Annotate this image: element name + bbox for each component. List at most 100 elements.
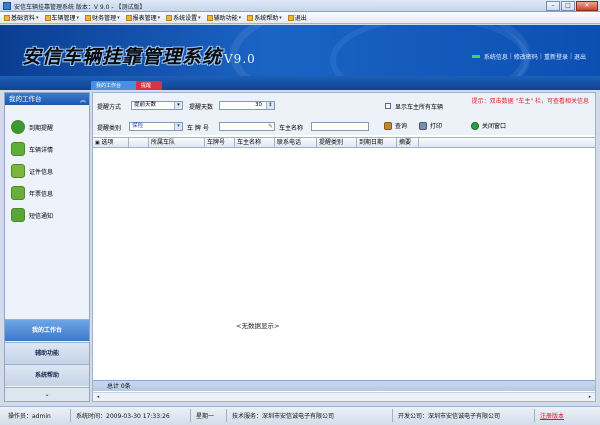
app-icon [3,2,11,10]
remind-type-label: 提醒方式 [97,104,122,111]
menu-exit[interactable]: 退出 [287,13,307,22]
show-all-checkbox[interactable] [385,103,391,109]
column-header-select[interactable]: ▣ 选项 [93,138,129,148]
menu-finance[interactable]: 财务管理 ▾ [85,13,120,22]
sidebar-section-workbench[interactable]: 我的工作台 [5,319,89,341]
column-header-summary[interactable]: 摘要 [397,138,419,148]
close-window-button[interactable]: 关闭窗口 [471,121,506,130]
menu-basic-data[interactable]: 基础资料 ▾ [4,13,39,22]
sidebar-scroll-down-icon[interactable]: ⌄ [5,387,89,401]
sidebar: 我的工作台 ︽ 到期提醒 车辆详情 证件信息 年票信息 短信通知 我的工作台 辅助… [4,92,90,402]
app-banner: 安信车辆挂靠管理系统 V9.0 系统信息 | 修改密码 | 重新登录 | 退出 [0,25,600,76]
show-all-label: 显示车主所有车辆 [395,104,444,111]
ticket-icon [11,186,25,200]
column-header-owner[interactable]: 车主名称 [235,138,275,148]
hint-text: 提示：双击数据 "车主" 栏，可查看相关信息 [471,98,589,105]
chevron-down-icon: ▾ [198,14,201,21]
column-header-plate[interactable]: 车牌号 [205,138,235,148]
status-dot-icon [471,55,480,58]
exit-link[interactable]: 退出 [574,52,586,61]
sidebar-item-expiry-reminder[interactable]: 到期提醒 [11,117,53,137]
menu-icon [4,14,10,21]
minimize-button[interactable]: – [546,1,560,11]
sidebar-item-vehicle-detail[interactable]: 车辆详情 [11,139,53,159]
empty-message: <无数据显示> [236,322,280,330]
banner-title: 安信车辆挂靠管理系统 V9.0 [22,46,256,68]
tab-strip: 我的工作台 提醒 [0,76,600,90]
scroll-right-icon[interactable]: ▸ [586,394,594,401]
printer-icon [419,121,427,130]
chevron-down-icon: ▾ [238,14,242,21]
chevron-down-icon: ▾ [76,14,80,21]
menu-bar: 基础资料 ▾ 车辆管理 ▾ 财务管理 ▾ 报表管理 ▾ 系统设置 ▾ 辅助功能 ▾ 系统帮助… [0,12,600,24]
sidebar-item-sms-notify[interactable]: 短信通知 [11,205,53,225]
sidebar-item-certificates[interactable]: 证件信息 [11,161,53,181]
chevron-down-icon: ▾ [279,14,282,21]
relogin-link[interactable]: 重新登录 [544,52,568,61]
remind-category-label: 提醒类别 [97,125,122,132]
menu-help[interactable]: 系统帮助 ▾ [247,13,282,22]
pencil-icon: ✎ [267,123,273,130]
filter-panel: 提醒方式 提前天数 ▾ 提醒天数 30 ⇕ 显示车主所有车辆 提示：双击数据 "车主… [93,93,595,135]
banner-links: 系统信息 | 修改密码 | 重新登录 | 退出 [471,52,588,61]
scroll-left-icon[interactable]: ◂ [94,394,102,401]
clock-icon [11,120,25,134]
menu-icon [247,14,254,21]
owner-input[interactable] [311,122,369,131]
chevron-down-icon: ▾ [117,14,120,21]
column-header-fleet[interactable]: 所属车队 [149,138,205,148]
remind-days-label: 提醒天数 [189,104,214,111]
window-titlebar: 安信车辆挂靠管理系统 版本：V 9.0 - 【测试版】 – □ ✕ [0,0,600,12]
banner-decoration [330,25,530,76]
column-spacer [129,138,149,148]
column-header-phone[interactable]: 联系电话 [275,138,317,148]
message-icon [11,208,25,222]
sidebar-section-tools[interactable]: 辅助功能 [5,342,89,364]
owner-label: 车主名称 [279,125,304,132]
tab-reminder[interactable]: 提醒 [136,81,162,90]
sidebar-item-annual-tickets[interactable]: 年票信息 [11,183,53,203]
weekday-status: 星期一 [196,413,215,420]
query-button[interactable]: 查询 [384,121,407,130]
menu-icon [125,14,132,21]
chevron-down-icon: ▾ [157,14,161,21]
menu-icon [85,14,92,21]
register-link[interactable]: 注册版本 [540,411,564,420]
sidebar-section-help[interactable]: 系统帮助 [5,364,89,386]
column-header-category[interactable]: 提醒类别 [317,138,357,148]
close-button[interactable]: ✕ [576,1,598,11]
print-button[interactable]: 打印 [419,121,442,130]
menu-settings[interactable]: 系统设置 ▾ [166,13,201,22]
window-title: 安信车辆挂靠管理系统 版本：V 9.0 - 【测试版】 [14,4,146,11]
sidebar-header: 我的工作台 ︽ [5,93,89,105]
column-header-due-date[interactable]: 到期日期 [357,138,397,148]
company-status: 开发公司：深圳市安信诚电子有限公司 [398,413,501,420]
chevron-down-icon: ▾ [36,14,39,21]
operator-status: 操作员：admin [8,413,51,420]
remind-category-select[interactable]: 保险 ▾ [129,122,183,131]
plate-input[interactable]: ✎ [219,122,275,131]
plate-label: 车 牌 号 [187,125,209,132]
chevron-up-icon[interactable]: ︽ [80,95,86,107]
banner-version: V9.0 [224,52,256,66]
remind-days-stepper[interactable]: 30 ⇕ [219,101,275,110]
menu-reports[interactable]: 报表管理 ▾ [125,13,161,22]
table-header: ▣ 选项 所属车队 车牌号 车主名称 联系电话 提醒类别 到期日期 摘要 [93,137,595,148]
maximize-button[interactable]: □ [561,1,575,11]
stepper-icon: ⇕ [266,102,274,109]
remind-type-select[interactable]: 提前天数 ▾ [131,101,183,110]
chevron-down-icon: ▾ [174,123,182,130]
menu-icon [206,14,213,21]
change-password-link[interactable]: 修改密码 [514,52,538,61]
menu-tools[interactable]: 辅助功能 ▾ [206,13,242,22]
horizontal-scrollbar[interactable]: ◂ ▸ [93,392,595,401]
menu-vehicle[interactable]: 车辆管理 ▾ [44,13,80,22]
chevron-down-icon: ▾ [174,102,182,109]
tab-workbench[interactable]: 我的工作台 [91,81,141,90]
close-window-icon [471,121,479,130]
tree-icon [11,142,25,156]
system-info-link[interactable]: 系统信息 [484,52,508,61]
certificate-icon [11,164,25,178]
menu-icon [287,14,294,21]
table-body: <无数据显示> [93,149,595,380]
